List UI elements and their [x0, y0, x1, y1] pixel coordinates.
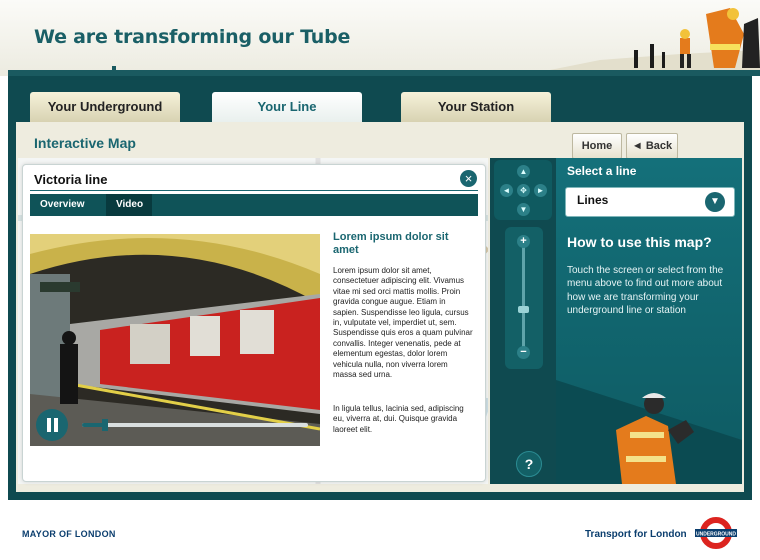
howto-text: Touch the screen or select from the menu… [567, 265, 724, 317]
pause-icon [47, 418, 51, 432]
pause-button[interactable] [36, 409, 68, 441]
zoom-in-button[interactable]: + [517, 235, 530, 248]
pause-icon-bar [54, 418, 58, 432]
tab-your-underground[interactable]: Your Underground [30, 92, 180, 122]
roundel-label: UNDERGROUND [696, 532, 736, 538]
zoom-out-button[interactable]: − [517, 346, 530, 359]
video-progress-track[interactable] [82, 419, 308, 431]
help-button[interactable]: ? [516, 451, 542, 477]
tab-your-line[interactable]: Your Line [212, 92, 362, 122]
worker-illustration [556, 380, 742, 484]
arrow-left-icon[interactable]: ◄ [500, 184, 513, 197]
arrow-up-icon[interactable]: ▲ [517, 165, 530, 178]
construction-workers-illustration [530, 8, 760, 74]
video-progress-handle[interactable] [101, 419, 108, 431]
article-paragraph: In ligula tellus, lacinia sed, adipiscin… [333, 404, 464, 434]
select-line-heading: Select a line [567, 164, 637, 178]
chevron-down-icon[interactable]: ▼ [705, 192, 725, 212]
tab-your-station[interactable]: Your Station [401, 92, 551, 122]
article-paragraph: Lorem ipsum dolor sit amet, consectetuer… [333, 266, 473, 380]
article-heading: Lorem ipsum dolor sit amet [333, 231, 449, 256]
arrow-right-icon[interactable]: ► [534, 184, 547, 197]
zoom-slider-handle[interactable] [518, 306, 529, 313]
panel-divider [30, 190, 478, 191]
zoom-slider-track[interactable] [522, 243, 525, 351]
panel-title: Victoria line [34, 172, 108, 187]
panel-subtab-bar [30, 194, 478, 216]
video-frame [30, 234, 320, 446]
home-button[interactable]: Home [572, 133, 622, 159]
arrow-down-icon[interactable]: ▼ [517, 203, 530, 216]
back-button[interactable]: ◄ Back [626, 133, 678, 159]
mayor-of-london-logo[interactable]: MAYOR OF LONDON [22, 529, 116, 539]
underground-roundel-logo[interactable]: UNDERGROUND [694, 516, 738, 550]
line-select-value: Lines [577, 193, 609, 207]
page-title: Interactive Map [34, 135, 136, 151]
subtab-overview[interactable]: Overview [40, 194, 84, 216]
howto-heading: How to use this map? [567, 234, 712, 250]
site-title: We are transforming our Tube [34, 26, 351, 48]
tfl-logo-text[interactable]: Transport for London [585, 529, 687, 540]
center-icon[interactable]: ✥ [517, 184, 530, 197]
header-marker [112, 66, 116, 72]
video-player[interactable] [30, 234, 320, 446]
close-icon[interactable]: × [460, 170, 477, 187]
subtab-video[interactable]: Video [116, 194, 143, 216]
